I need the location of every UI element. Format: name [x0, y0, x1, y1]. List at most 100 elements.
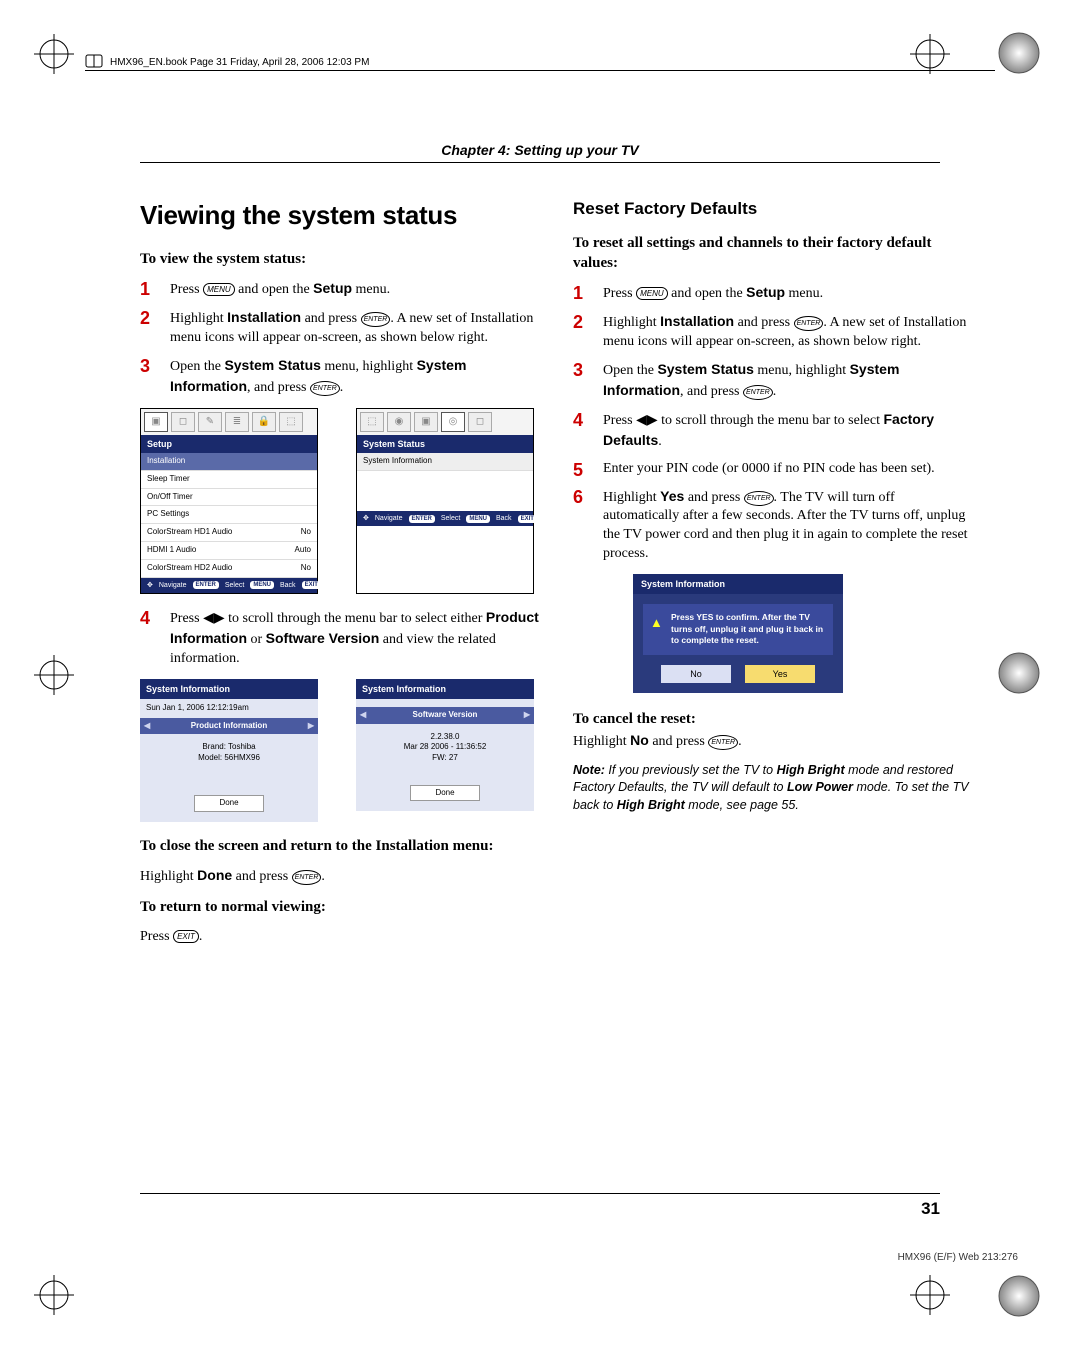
- step-4: Press ◀▶ to scroll through the menu bar …: [140, 608, 540, 669]
- tab-icon: ▣: [144, 412, 168, 432]
- menu-footer: ✥Navigate ENTERSelect MENUBack EXITExit: [141, 578, 317, 593]
- arrow-keys-icon: ◀▶: [203, 609, 225, 625]
- crop-mark-ml: [34, 655, 74, 695]
- close-lead: To close the screen and return to the In…: [140, 836, 540, 856]
- menu-items: Installation Sleep Timer On/Off Timer PC…: [141, 453, 317, 578]
- step-5: Enter your PIN code (or 0000 if no PIN c…: [573, 460, 973, 479]
- dialog-buttons: No Yes: [643, 665, 833, 683]
- tab-icon: ≣: [225, 412, 249, 432]
- note-text: Note: If you previously set the TV to Hi…: [573, 762, 973, 815]
- menu-items: System Information: [357, 453, 533, 511]
- tab-icon: 🔒: [252, 412, 276, 432]
- no-button: No: [661, 665, 731, 683]
- enter-key: ENTER: [744, 491, 774, 506]
- menu-item: HDMI 1 AudioAuto: [141, 542, 317, 560]
- confirm-dialog-screenshot: System Information Press YES to confirm.…: [633, 574, 843, 693]
- close-body: Highlight Done and press ENTER.: [140, 866, 540, 887]
- cancel-lead: To cancel the reset:: [573, 709, 973, 729]
- system-status-menu-screenshot: ⬚ ◉ ▣ ◎ ◻ System Status System Informati…: [356, 408, 534, 594]
- info-body: Brand: Toshiba Model: 56HMX96: [140, 734, 318, 789]
- menu-title: System Status: [357, 435, 533, 453]
- enter-key: ENTER: [708, 735, 738, 750]
- tab-icon: ◻: [171, 412, 195, 432]
- right-column: Reset Factory Defaults To reset all sett…: [573, 198, 973, 814]
- return-lead: To return to normal viewing:: [140, 897, 540, 917]
- menu-footer: ✥Navigate ENTERSelect MENUBack EXITExit: [357, 511, 533, 526]
- info-figure-row: System Information Sun Jan 1, 2006 12:12…: [140, 679, 540, 823]
- lead-text: To reset all settings and channels to th…: [573, 233, 973, 274]
- crop-mark-tr: [910, 34, 950, 74]
- tab-icon: ◎: [441, 412, 465, 432]
- info-body: 2.2.38.0 Mar 28 2006 - 11:36:52 FW: 27: [356, 724, 534, 779]
- info-title: System Information: [140, 679, 318, 699]
- menu-tabs: ⬚ ◉ ▣ ◎ ◻: [357, 409, 533, 435]
- menu-item: Sleep Timer: [141, 471, 317, 489]
- print-dot-br: [996, 1273, 1042, 1319]
- step-1: Press MENU and open the Setup menu.: [140, 279, 540, 300]
- cancel-body: Highlight No and press ENTER.: [573, 731, 973, 752]
- menu-title: Setup: [141, 435, 317, 453]
- enter-key: ENTER: [361, 312, 391, 327]
- dialog-title: System Information: [633, 574, 843, 594]
- header-path: HMX96_EN.book Page 31 Friday, April 28, …: [110, 57, 369, 68]
- step-2: Highlight Installation and press ENTER. …: [140, 308, 540, 348]
- menu-key: MENU: [636, 287, 668, 300]
- step-1: Press MENU and open the Setup menu.: [573, 283, 973, 304]
- steps-list-right: Press MENU and open the Setup menu. High…: [573, 283, 973, 564]
- info-title: System Information: [356, 679, 534, 699]
- enter-key: ENTER: [794, 316, 824, 331]
- menu-item: ColorStream HD2 AudioNo: [141, 560, 317, 578]
- dialog-body: Press YES to confirm. After the TV turns…: [633, 594, 843, 693]
- software-version-screenshot: System Information ◀Software Version▶ 2.…: [356, 679, 534, 823]
- tab-icon: ◉: [387, 412, 411, 432]
- chapter-title: Chapter 4: Setting up your TV: [0, 142, 1080, 158]
- menu-tabs: ▣ ◻ ✎ ≣ 🔒 ⬚: [141, 409, 317, 435]
- dialog-message: Press YES to confirm. After the TV turns…: [643, 604, 833, 654]
- step-2: Highlight Installation and press ENTER. …: [573, 312, 973, 352]
- enter-key: ENTER: [292, 870, 322, 885]
- print-dot-tr: [996, 30, 1042, 76]
- page-number: 31: [921, 1199, 940, 1219]
- footer-rule: [140, 1193, 940, 1194]
- product-info-screenshot: System Information Sun Jan 1, 2006 12:12…: [140, 679, 318, 823]
- arrow-keys-icon: ◀▶: [636, 411, 658, 427]
- menu-item: ColorStream HD1 AudioNo: [141, 524, 317, 542]
- yes-button: Yes: [745, 665, 815, 683]
- chapter-rule: [140, 162, 940, 163]
- crop-mark-bl: [34, 1275, 74, 1315]
- crop-mark-tl: [34, 34, 74, 74]
- return-body: Press EXIT.: [140, 928, 540, 947]
- info-bar: ◀Software Version▶: [356, 707, 534, 724]
- section-heading: Viewing the system status: [140, 198, 540, 233]
- info-bar: ◀Product Information▶: [140, 718, 318, 735]
- tab-icon: ⬚: [279, 412, 303, 432]
- menu-item: Installation: [141, 453, 317, 471]
- tab-icon: ◻: [468, 412, 492, 432]
- setup-menu-screenshot: ▣ ◻ ✎ ≣ 🔒 ⬚ Setup Installation Sleep Tim…: [140, 408, 318, 594]
- header-rule: [85, 70, 995, 71]
- menu-item: On/Off Timer: [141, 489, 317, 507]
- done-button: Done: [410, 785, 480, 802]
- step-6: Highlight Yes and press ENTER. The TV wi…: [573, 487, 973, 565]
- enter-key: ENTER: [310, 381, 340, 396]
- subsection-heading: Reset Factory Defaults: [573, 198, 973, 221]
- tab-icon: ⬚: [360, 412, 384, 432]
- left-column: Viewing the system status To view the sy…: [140, 198, 540, 956]
- tab-icon: ✎: [198, 412, 222, 432]
- done-button: Done: [194, 795, 264, 812]
- exit-key: EXIT: [173, 930, 199, 943]
- book-icon: [85, 52, 103, 70]
- menu-item: System Information: [357, 453, 533, 471]
- steps-list-left: Press MENU and open the Setup menu. High…: [140, 279, 540, 397]
- enter-key: ENTER: [743, 385, 773, 400]
- lead-text: To view the system status:: [140, 249, 540, 269]
- info-timestamp: Sun Jan 1, 2006 12:12:19am: [140, 699, 318, 718]
- step-4: Press ◀▶ to scroll through the menu bar …: [573, 410, 973, 452]
- tab-icon: ▣: [414, 412, 438, 432]
- step-3: Open the System Status menu, highlight S…: [573, 360, 973, 402]
- menu-figure-row: ▣ ◻ ✎ ≣ 🔒 ⬚ Setup Installation Sleep Tim…: [140, 408, 540, 594]
- crop-mark-br: [910, 1275, 950, 1315]
- steps-list-left-cont: Press ◀▶ to scroll through the menu bar …: [140, 608, 540, 669]
- menu-key: MENU: [203, 283, 235, 296]
- footer-code: HMX96 (E/F) Web 213:276: [898, 1252, 1018, 1263]
